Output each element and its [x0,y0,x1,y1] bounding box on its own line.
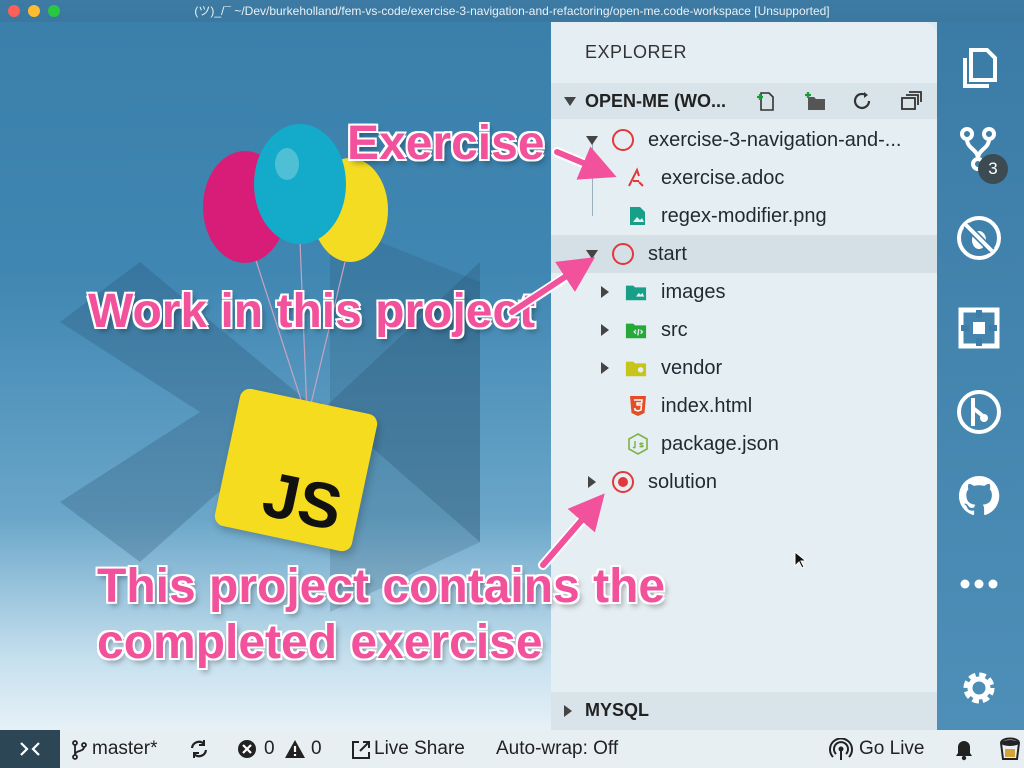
go-live-button[interactable]: Go Live [829,730,931,768]
chevron-right-icon [601,362,609,374]
chevron-down-icon [586,250,598,259]
tree-item-label: exercise.adoc [661,167,785,189]
branch-name: master* [92,738,158,759]
title-bar: (ツ)_/¯ ~/Dev/burkeholland/fem-vs-code/ex… [0,0,1024,22]
collapse-all-icon[interactable] [900,91,924,111]
problems-status[interactable]: 0 0 [237,730,329,768]
feedback-bucket-icon[interactable] [998,733,1022,763]
settings-icon[interactable] [955,664,1003,712]
explorer-title: EXPLORER [585,42,688,62]
mouse-cursor-icon [794,551,806,569]
src-folder-icon [625,323,647,339]
gitlens-icon[interactable] [955,388,1003,436]
tree-item-label: package.json [661,433,779,455]
sync-icon[interactable] [189,739,209,759]
refresh-icon[interactable] [851,91,875,111]
github-icon[interactable] [955,472,1003,520]
window-title: (ツ)_/¯ ~/Dev/burkeholland/fem-vs-code/ex… [194,4,830,18]
tree-item-label: regex-modifier.png [661,205,827,227]
js-logo: JS [212,386,380,554]
tree-item-start-folder[interactable]: start [551,235,937,273]
tree-item-label: solution [648,471,717,493]
root-folder-icon [612,129,634,151]
bell-icon[interactable] [953,739,975,761]
image-file-icon [630,207,645,225]
chevron-right-icon [564,705,572,717]
chevron-down-icon [564,97,576,106]
chevron-right-icon [601,286,609,298]
tree-item-vendor[interactable]: vendor [551,349,937,387]
explorer-icon[interactable] [955,44,1003,92]
error-count: 0 [264,738,275,759]
chevron-down-icon [586,136,598,145]
activity-bar: 3 [937,22,1024,730]
tree-item-package-json[interactable]: package.json [551,425,937,463]
tree-item-images[interactable]: images [551,273,937,311]
live-share-button[interactable]: Live Share [351,730,471,768]
root-folder-icon [612,471,634,493]
source-control-badge: 3 [978,154,1008,184]
mysql-section-header[interactable]: MYSQL [551,692,937,730]
tree-item-label: exercise-3-navigation-and-... [648,129,902,151]
tree-item-label: index.html [661,395,753,417]
error-icon [238,740,256,758]
extensions-icon[interactable] [955,304,1003,352]
status-bar: master* 0 0 Live Share Auto-wrap: Off Go… [0,730,1024,768]
warning-count: 0 [311,738,322,759]
workspace-section-header[interactable]: OPEN-ME (WO... [551,83,937,119]
js-logo-text: JS [256,457,349,545]
tree-item-label: src [661,319,688,341]
vendor-folder-icon [625,361,647,377]
tree-item-exercise-folder[interactable]: exercise-3-navigation-and-... [551,121,937,159]
tree-item-label: start [648,243,687,265]
annotation-solution: This project contains the completed exer… [96,559,666,671]
html5-icon [630,396,646,416]
no-debug-icon[interactable] [955,214,1003,262]
maximize-window-button[interactable] [48,5,60,17]
new-file-icon[interactable] [754,91,778,111]
tree-item-src[interactable]: src [551,311,937,349]
new-folder-icon[interactable] [803,91,827,111]
minimize-window-button[interactable] [28,5,40,17]
workspace-label: OPEN-ME (WO... [585,91,726,111]
live-share-label: Live Share [374,738,465,759]
git-branch-icon [72,740,87,760]
mysql-label: MYSQL [585,700,650,720]
chevron-right-icon [601,324,609,336]
auto-wrap-status[interactable]: Auto-wrap: Off [496,730,618,768]
tree-item-solution-folder[interactable]: solution [551,463,937,501]
images-folder-icon [625,285,647,301]
close-window-button[interactable] [8,5,20,17]
tree-item-regex-modifier[interactable]: regex-modifier.png [551,197,937,235]
more-icon[interactable] [955,560,1003,608]
go-live-label: Go Live [859,738,925,759]
live-share-icon [352,741,370,759]
annotation-work: Work in this project [87,284,536,339]
annotation-solution-line2: completed exercise [96,615,544,670]
broadcast-icon [829,738,853,760]
nodejs-icon [628,433,648,455]
annotation-solution-line1: This project contains the [96,559,666,614]
tree-item-exercise-adoc[interactable]: exercise.adoc [551,159,937,197]
annotation-exercise: Exercise [346,116,546,171]
tree-item-label: vendor [661,357,723,379]
remote-button[interactable] [0,730,60,768]
remote-icon [20,742,40,756]
chevron-right-icon [588,476,596,488]
warning-icon [285,740,305,758]
tree-item-label: images [661,281,726,303]
tree-item-index-html[interactable]: index.html [551,387,937,425]
asciidoc-icon [628,167,644,187]
root-folder-icon [612,243,634,265]
